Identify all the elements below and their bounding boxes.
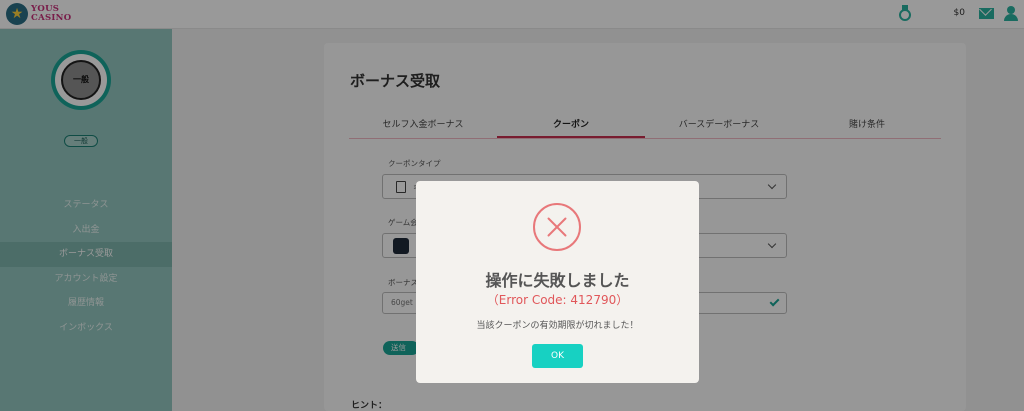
error-dialog: 操作に失敗しました （Error Code: 412790） 当該クーポンの有効… — [416, 181, 699, 383]
error-message: 当該クーポンの有効期限が切れました！ — [476, 321, 639, 331]
error-x-icon — [533, 203, 581, 251]
dialog-title: 操作に失敗しました — [485, 271, 630, 290]
ok-button[interactable]: OK — [532, 344, 583, 368]
error-code: （Error Code: 412790） — [486, 293, 629, 307]
